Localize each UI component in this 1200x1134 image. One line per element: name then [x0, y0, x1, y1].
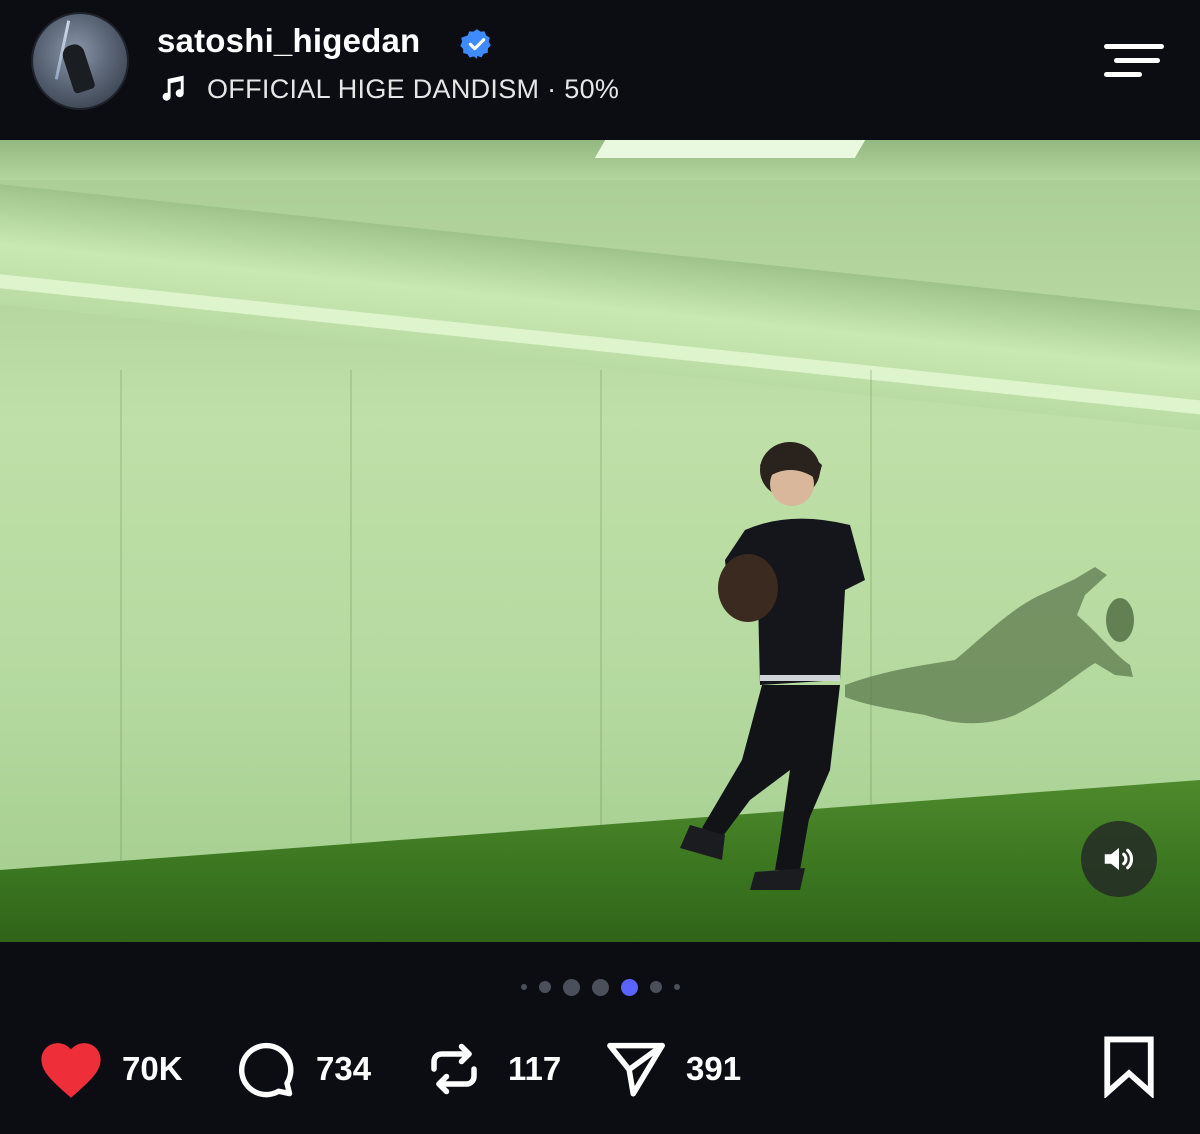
carousel-dot[interactable] — [520, 984, 527, 990]
carousel-dot[interactable] — [562, 978, 580, 996]
heart-icon — [41, 1043, 101, 1098]
carousel-dot[interactable] — [649, 981, 662, 993]
share-button[interactable]: 391 — [602, 1036, 741, 1102]
like-button[interactable]: 70K — [36, 1036, 183, 1102]
send-icon — [607, 1042, 665, 1097]
carousel-dot-active[interactable] — [620, 978, 638, 996]
photo-ceiling-light — [594, 140, 866, 158]
speaker-icon — [1104, 847, 1134, 871]
menu-icon[interactable] — [1100, 40, 1166, 80]
like-count: 70K — [122, 1050, 183, 1087]
bookmark-icon[interactable] — [1100, 1034, 1158, 1098]
carousel-dot[interactable] — [538, 981, 551, 993]
music-note-icon — [162, 75, 184, 101]
music-info[interactable]: OFFICIAL HIGE DANDISM · 50% — [157, 72, 619, 106]
photo-shadow-figure — [845, 567, 1134, 724]
photo-wall-seam — [120, 370, 122, 930]
sound-toggle-button[interactable] — [1081, 821, 1157, 897]
profile-avatar[interactable] — [33, 14, 127, 108]
avatar-figure — [60, 41, 96, 95]
repost-count: 117 — [508, 1050, 562, 1087]
post-actions: 70K 734 117 391 — [0, 1030, 1200, 1110]
photo-ceiling — [0, 140, 1200, 180]
photo-person — [680, 442, 865, 890]
verified-badge-icon — [460, 29, 491, 59]
music-artist: OFFICIAL HIGE DANDISM — [207, 73, 540, 104]
comment-icon — [239, 1042, 294, 1098]
comment-count: 734 — [316, 1050, 372, 1087]
post-photo[interactable] — [0, 140, 1200, 942]
share-count: 391 — [686, 1050, 742, 1087]
music-separator: · — [547, 73, 557, 104]
comment-button[interactable]: 734 — [232, 1036, 371, 1102]
repost-button[interactable]: 117 — [424, 1036, 561, 1102]
carousel-indicator — [0, 975, 1200, 999]
carousel-dot[interactable] — [673, 984, 680, 990]
repost-icon — [431, 1043, 477, 1095]
music-percent: 50% — [564, 73, 620, 104]
carousel-dot[interactable] — [591, 978, 609, 996]
username[interactable]: satoshi_higedan — [157, 22, 420, 60]
post-header: satoshi_higedan OFFICIAL HIGE DANDISM · … — [0, 0, 1200, 140]
